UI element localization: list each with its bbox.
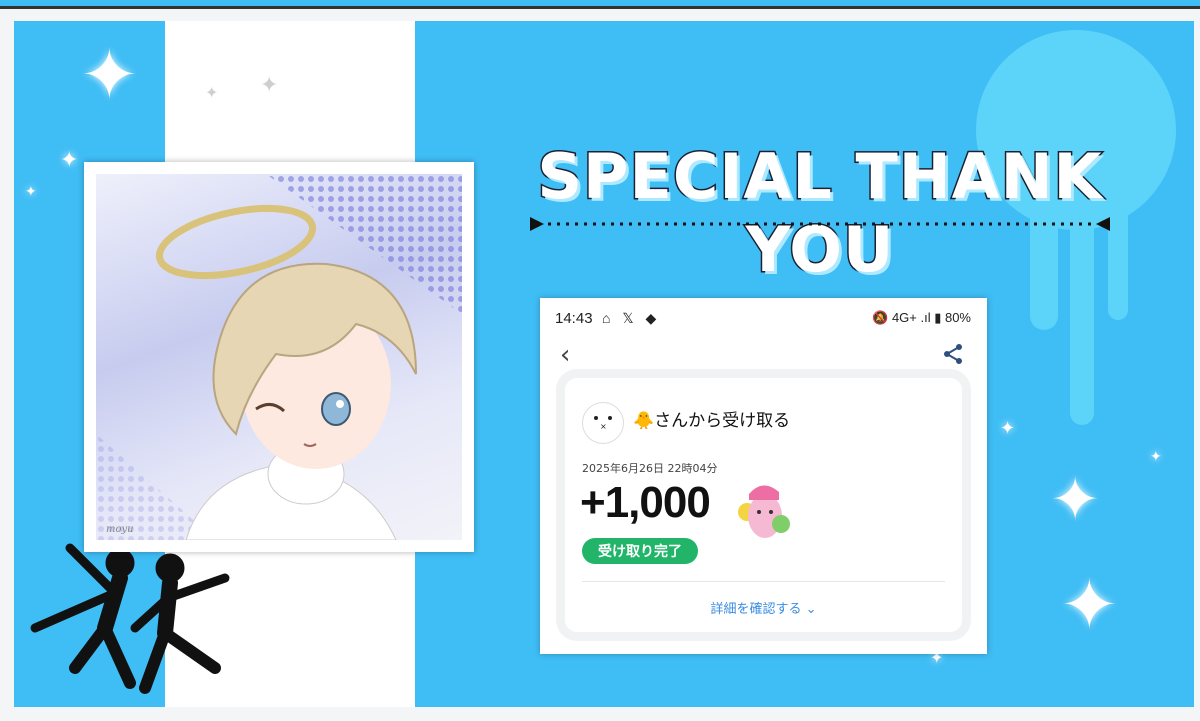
sparkle-icon: ✦ — [260, 73, 279, 98]
chevron-down-icon: ⌄ — [805, 602, 817, 617]
outer-border-right — [1194, 9, 1200, 721]
sparkle-icon: ✦ — [1150, 449, 1162, 465]
phone-screenshot: 14:43 ⌂ 𝕏 ◆ 🔕 4G+ .ıl ▮ 80% ‹ × 🐥さんから受け取… — [540, 298, 987, 654]
mascot-sticker-icon — [738, 485, 790, 538]
status-bar: 14:43 ⌂ 𝕏 ◆ 🔕 4G+ .ıl ▮ 80% — [540, 298, 987, 338]
svg-text:×: × — [600, 422, 607, 431]
character-illustration: moyu — [96, 174, 462, 540]
user-emoji-icon: 🐥 — [633, 411, 655, 431]
sparkle-icon: ✦ — [1050, 465, 1101, 535]
sparkle-icon: ✦ — [60, 148, 79, 173]
outer-border-top — [0, 9, 1200, 21]
title-divider — [530, 217, 1110, 231]
status-icons-left: ⌂ 𝕏 ◆ — [602, 310, 661, 326]
sparkle-icon: ✦ — [1000, 418, 1016, 439]
status-time: 14:43 — [555, 310, 593, 327]
amount: +1,000 — [580, 478, 711, 527]
share-icon[interactable] — [941, 342, 965, 366]
sender-label: 🐥さんから受け取る — [633, 411, 791, 431]
outer-border-bottom — [0, 707, 1200, 721]
outer-border-left — [0, 9, 14, 721]
sparkle-icon: ✦ — [1060, 564, 1119, 646]
page-title: SPECIAL THANK YOU — [536, 139, 1103, 288]
nav-bar: ‹ — [540, 340, 987, 372]
transaction-datetime: 2025年6月26日 22時04分 — [582, 462, 718, 475]
status-badge: 受け取り完了 — [582, 538, 698, 564]
artwork-image: moyu — [96, 174, 462, 540]
avatar: × — [582, 402, 624, 444]
card-divider — [582, 581, 945, 582]
artist-signature: moyu — [106, 524, 134, 535]
details-link[interactable]: 詳細を確認する ⌄ — [565, 598, 962, 617]
sparkle-icon: ✦ — [205, 83, 219, 102]
receipt-card: × 🐥さんから受け取る 2025年6月26日 22時04分 +1,000 受け取… — [565, 378, 962, 632]
sparkle-icon: ✦ — [25, 184, 37, 200]
back-icon[interactable]: ‹ — [560, 342, 570, 368]
sparkle-icon: ✦ — [80, 34, 139, 116]
status-icons-right: 🔕 4G+ .ıl ▮ 80% — [872, 310, 971, 325]
artwork-card: moyu — [84, 162, 474, 552]
